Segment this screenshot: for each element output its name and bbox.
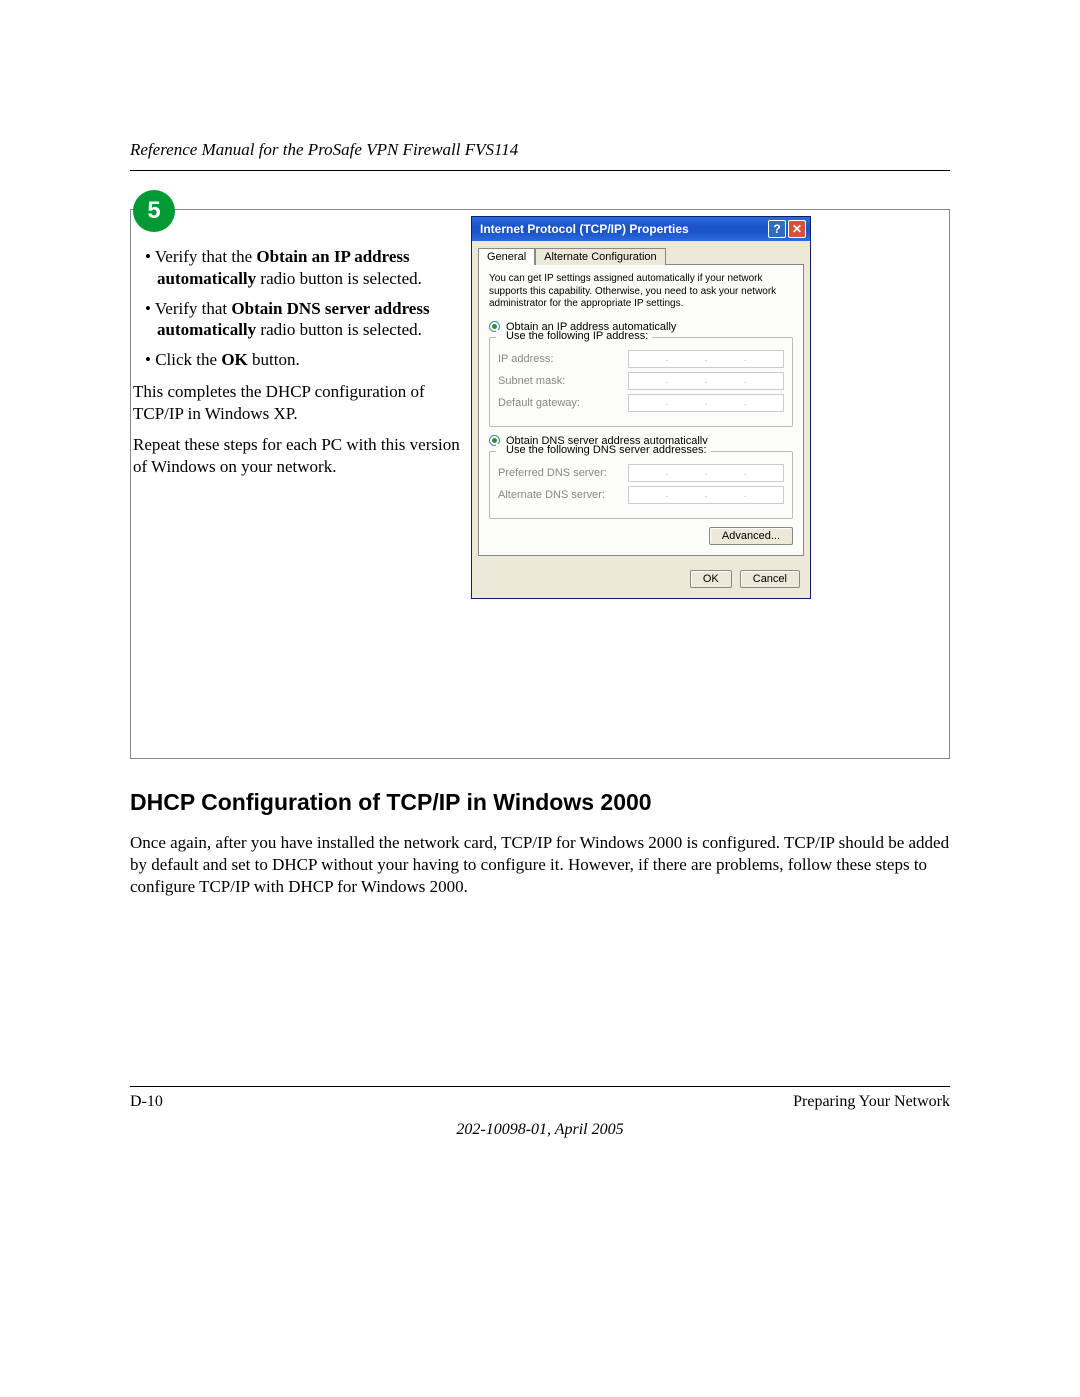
- subnet-mask-row: Subnet mask: ...: [498, 372, 784, 390]
- footer-section-name: Preparing Your Network: [793, 1093, 950, 1111]
- step-number-badge: 5: [133, 190, 175, 232]
- ip-address-row: IP address: ...: [498, 350, 784, 368]
- advanced-row: Advanced...: [489, 527, 793, 545]
- field-label: IP address:: [498, 353, 628, 365]
- header-rule: [130, 170, 950, 171]
- document-id: 202-10098-01, April 2005: [130, 1121, 950, 1139]
- radio-label: Use the following IP address:: [506, 330, 648, 342]
- bullet-item: Click the OK button.: [157, 349, 463, 371]
- help-icon[interactable]: ?: [768, 220, 786, 238]
- tab-alternate-configuration[interactable]: Alternate Configuration: [535, 248, 666, 265]
- dialog-intro-text: You can get IP settings assigned automat…: [489, 273, 793, 311]
- text: radio button is selected.: [256, 269, 422, 288]
- advanced-button[interactable]: Advanced...: [709, 527, 793, 545]
- page-number: D-10: [130, 1093, 163, 1111]
- default-gateway-row: Default gateway: ...: [498, 394, 784, 412]
- paragraph: Repeat these steps for each PC with this…: [131, 434, 469, 478]
- document-page: Reference Manual for the ProSafe VPN Fir…: [130, 140, 950, 898]
- page-footer: D-10 Preparing Your Network 202-10098-01…: [130, 1080, 950, 1139]
- dialog-panel: You can get IP settings assigned automat…: [478, 264, 804, 556]
- text: Verify that: [155, 299, 231, 318]
- tcpip-properties-dialog: Internet Protocol (TCP/IP) Properties ? …: [471, 216, 811, 599]
- field-label: Default gateway:: [498, 397, 628, 409]
- text: button.: [248, 350, 300, 369]
- static-ip-group: Use the following IP address: IP address…: [489, 337, 793, 427]
- instruction-column: 5 Verify that the Obtain an IP address a…: [131, 210, 469, 758]
- running-header: Reference Manual for the ProSafe VPN Fir…: [130, 140, 950, 160]
- field-label: Subnet mask:: [498, 375, 628, 387]
- bullet-list: Verify that the Obtain an IP address aut…: [131, 246, 469, 371]
- dialog-tabs: General Alternate Configuration: [472, 241, 810, 264]
- footer-rule: [130, 1086, 950, 1087]
- field-label: Alternate DNS server:: [498, 489, 628, 501]
- bold-text: OK: [221, 350, 247, 369]
- bullet-item: Verify that the Obtain an IP address aut…: [157, 246, 463, 290]
- subnet-mask-field[interactable]: ...: [628, 372, 784, 390]
- bullet-item: Verify that Obtain DNS server address au…: [157, 298, 463, 342]
- default-gateway-field[interactable]: ...: [628, 394, 784, 412]
- preferred-dns-row: Preferred DNS server: ...: [498, 464, 784, 482]
- text: radio button is selected.: [256, 320, 422, 339]
- field-label: Preferred DNS server:: [498, 467, 628, 479]
- screenshot-column: Internet Protocol (TCP/IP) Properties ? …: [469, 210, 949, 758]
- alternate-dns-field[interactable]: ...: [628, 486, 784, 504]
- dialog-title: Internet Protocol (TCP/IP) Properties: [480, 222, 766, 236]
- ok-button[interactable]: OK: [690, 570, 732, 588]
- close-icon[interactable]: ✕: [788, 220, 806, 238]
- text: Verify that the: [155, 247, 257, 266]
- alternate-dns-row: Alternate DNS server: ...: [498, 486, 784, 504]
- tab-general[interactable]: General: [478, 248, 535, 265]
- preferred-dns-field[interactable]: ...: [628, 464, 784, 482]
- text: Click the: [155, 350, 221, 369]
- radio-label: Use the following DNS server addresses:: [506, 444, 707, 456]
- static-dns-group: Use the following DNS server addresses: …: [489, 451, 793, 519]
- dialog-button-row: OK Cancel: [472, 562, 810, 598]
- step-layout: 5 Verify that the Obtain an IP address a…: [130, 209, 950, 759]
- ip-address-field[interactable]: ...: [628, 350, 784, 368]
- section-heading: DHCP Configuration of TCP/IP in Windows …: [130, 789, 950, 816]
- section-body: Once again, after you have installed the…: [130, 832, 950, 898]
- dialog-titlebar[interactable]: Internet Protocol (TCP/IP) Properties ? …: [472, 217, 810, 241]
- cancel-button[interactable]: Cancel: [740, 570, 800, 588]
- paragraph: This completes the DHCP configuration of…: [131, 381, 469, 425]
